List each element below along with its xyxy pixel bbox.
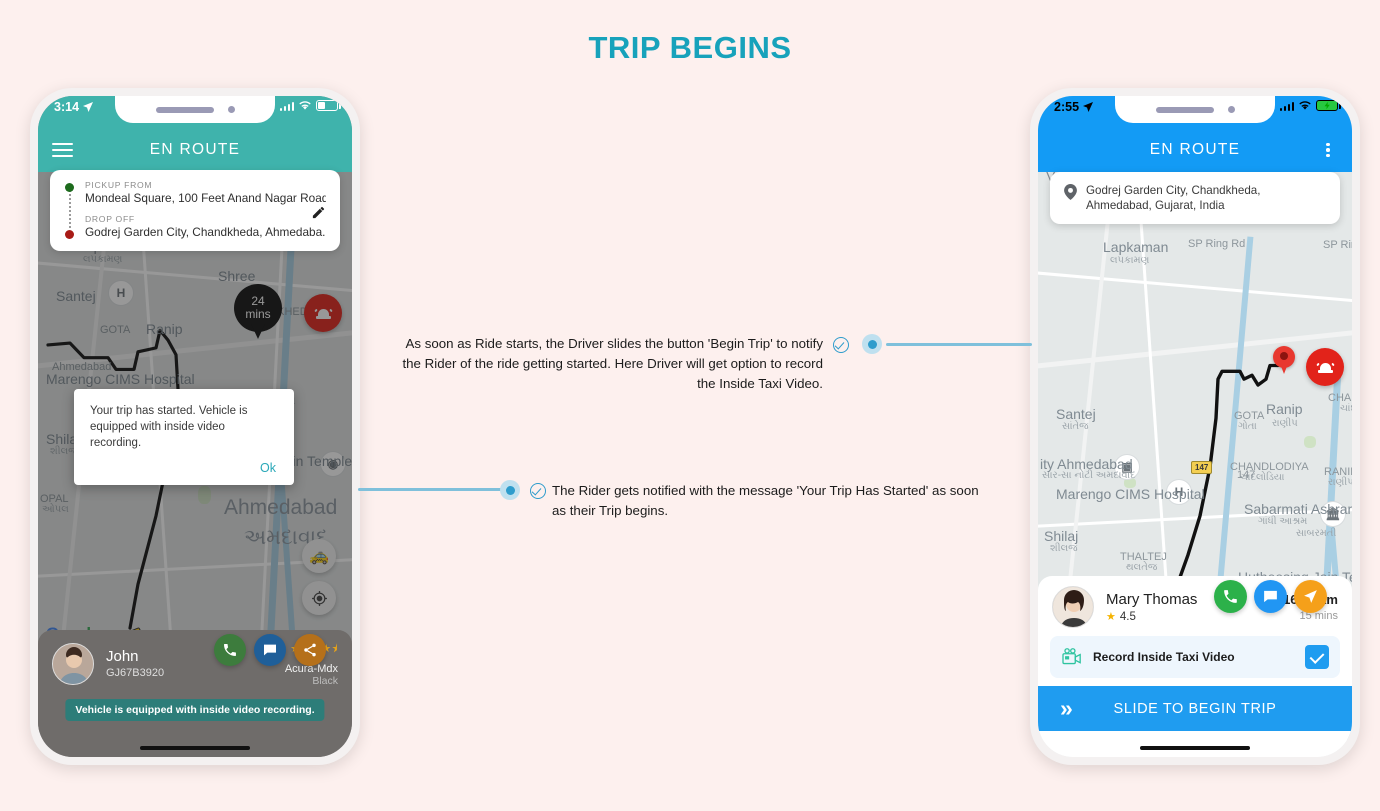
driver-plate: GJ67B3920	[106, 667, 165, 679]
map-pin-icon	[1064, 184, 1077, 200]
record-video-row[interactable]: Record Inside Taxi Video	[1050, 636, 1340, 678]
call-button[interactable]	[1214, 580, 1247, 613]
rider-annotation-dot	[500, 480, 520, 500]
driver-annotation-text: As soon as Ride starts, the Driver slide…	[368, 334, 823, 394]
video-recording-banner: Vehicle is equipped with inside video re…	[65, 699, 325, 721]
driver-app-bar: EN ROUTE	[1038, 128, 1352, 172]
rider-app-bar-title: EN ROUTE	[149, 141, 241, 158]
destination-address-card: Godrej Garden City, Chandkheda, Ahmedaba…	[1050, 172, 1340, 224]
rider-annotation-connector-line	[358, 488, 502, 491]
annotation-line: as their Trip begins.	[552, 503, 669, 518]
ashram-poi-icon: 🏛	[1320, 501, 1346, 527]
driver-name: John	[106, 648, 139, 665]
destination-address-text: Godrej Garden City, Chandkheda, Ahmedaba…	[1086, 184, 1261, 212]
annotation-line: the Inside Taxi Video.	[697, 376, 823, 391]
edit-address-button[interactable]	[311, 205, 326, 225]
video-camera-icon	[1062, 648, 1081, 665]
record-video-label: Record Inside Taxi Video	[1093, 650, 1235, 664]
dropoff-dot	[65, 230, 74, 239]
chat-bubble-icon	[264, 644, 276, 656]
wifi-icon	[1299, 101, 1311, 110]
hospital-poi-icon: H	[1166, 479, 1192, 505]
chat-button[interactable]	[254, 634, 286, 666]
dropoff-address: Godrej Garden City, Chandkheda, Ahmedaba…	[85, 225, 326, 239]
device-notch	[115, 96, 275, 123]
driver-annotation-connector-line	[886, 343, 1032, 346]
museum-poi-icon: ▣	[1114, 454, 1140, 480]
wifi-icon	[299, 101, 311, 110]
kebab-menu-icon[interactable]	[1318, 140, 1338, 159]
annotation-line: As soon as Ride starts, the Driver slide…	[405, 336, 823, 351]
hamburger-menu-icon[interactable]	[52, 139, 73, 161]
charging-bolt-icon	[1324, 102, 1330, 110]
driver-car-color: Black	[312, 675, 338, 687]
slide-to-begin-trip-button[interactable]: » SLIDE TO BEGIN TRIP	[1038, 686, 1352, 731]
rider-annotation-check-icon	[530, 483, 546, 499]
page-title: TRIP BEGINS	[588, 30, 792, 65]
slide-button-label: SLIDE TO BEGIN TRIP	[1113, 700, 1277, 717]
driver-avatar	[52, 642, 94, 685]
trip-started-dialog: Your trip has started. Vehicle is equipp…	[74, 389, 294, 485]
pickup-dot	[65, 183, 74, 192]
chat-bubble-icon	[1264, 590, 1277, 603]
call-button[interactable]	[214, 634, 246, 666]
navigation-arrow-icon	[1304, 590, 1317, 603]
home-indicator	[1140, 746, 1250, 750]
front-camera	[1227, 106, 1235, 113]
phone-icon	[1224, 590, 1237, 603]
location-arrow-icon	[83, 102, 94, 112]
rider-trip-card: PICKUP FROM Mondeal Square, 100 Feet Ana…	[50, 170, 340, 251]
rider-avatar	[1052, 586, 1094, 628]
rider-name: Mary Thomas	[1106, 591, 1198, 608]
status-time: 2:55	[1054, 100, 1080, 114]
pickup-label: PICKUP FROM	[85, 180, 153, 190]
annotation-line: The Rider gets notified with the message…	[552, 483, 979, 498]
rider-rating: 4.5	[1119, 610, 1136, 623]
navigate-button[interactable]	[1294, 580, 1327, 613]
front-camera	[227, 106, 235, 113]
destination-pin-icon	[1273, 346, 1295, 376]
route-dots	[64, 180, 75, 239]
dropoff-label: DROP OFF	[85, 214, 135, 224]
speaker-grille	[1155, 106, 1214, 113]
pickup-address: Mondeal Square, 100 Feet Anand Nagar Roa…	[85, 191, 326, 205]
sos-siren-icon	[1315, 362, 1335, 373]
driver-phone-mockup: H ▣ 🏛 147 Google VadsarLapkamanલપકામણSP …	[1030, 88, 1360, 765]
status-time: 3:14	[54, 100, 80, 114]
share-icon	[304, 643, 316, 657]
device-notch	[1115, 96, 1275, 123]
driver-app-bar-title: EN ROUTE	[1149, 141, 1241, 158]
signal-bars-icon	[279, 101, 294, 111]
star-icon: ★	[1106, 611, 1116, 623]
double-chevron-right-icon: »	[1060, 695, 1073, 721]
speaker-grille	[155, 106, 214, 113]
signal-bars-icon	[1279, 101, 1294, 111]
dialog-ok-button[interactable]: Ok	[90, 451, 278, 477]
sos-button[interactable]	[1306, 348, 1344, 386]
location-arrow-icon	[1083, 102, 1094, 112]
phone-icon	[224, 644, 236, 656]
battery-charging-icon	[1316, 100, 1341, 111]
record-video-checkbox[interactable]	[1305, 645, 1329, 669]
annotation-line: the Rider of the ride getting started. H…	[402, 356, 823, 371]
driver-annotation-dot	[862, 334, 882, 354]
rider-phone-mockup: H ◉ 24 mins 🚕 Shree Ranip GOTA લપકામણ Sa…	[30, 88, 360, 765]
pencil-edit-icon	[312, 206, 325, 219]
driver-annotation-check-icon	[833, 337, 849, 353]
rider-annotation-text: The Rider gets notified with the message…	[552, 481, 1012, 521]
battery-icon	[316, 100, 341, 111]
rider-app-bar: EN ROUTE	[38, 128, 352, 172]
dialog-message: Your trip has started. Vehicle is equipp…	[90, 405, 248, 449]
home-indicator	[140, 746, 250, 750]
highway-shield-147: 147	[1191, 461, 1213, 474]
chat-button[interactable]	[1254, 580, 1287, 613]
share-button[interactable]	[294, 634, 326, 666]
